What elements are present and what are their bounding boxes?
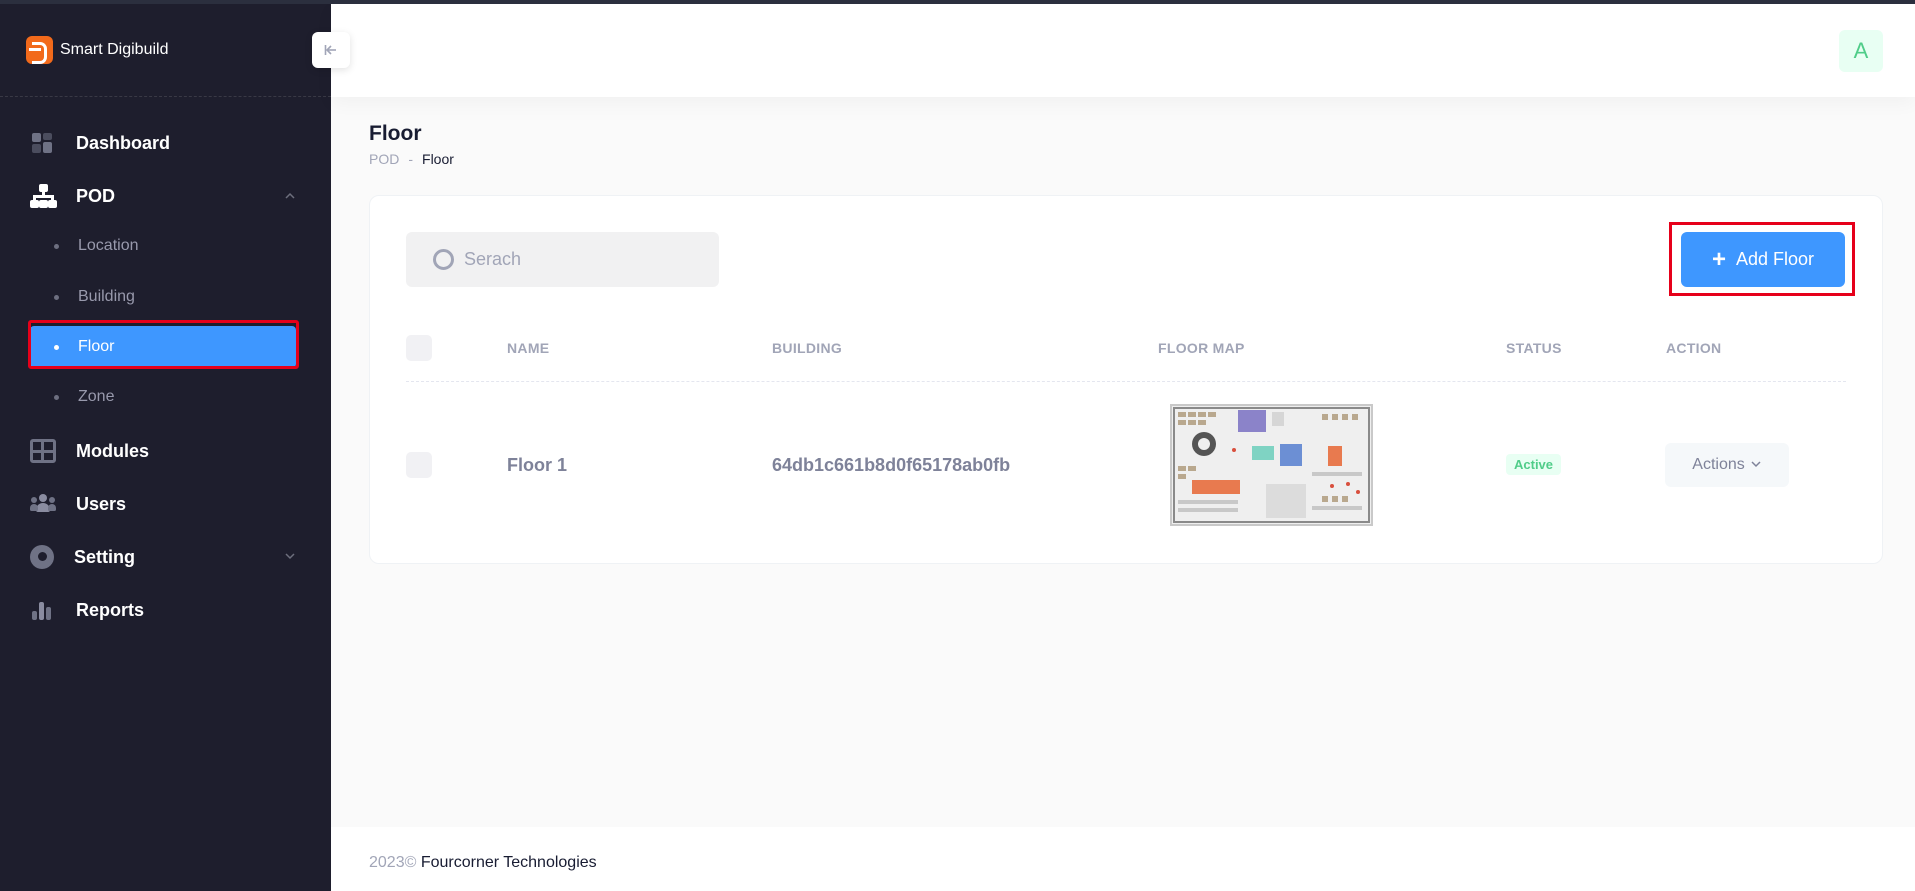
sidebar-toggle-button[interactable] xyxy=(312,32,350,68)
column-header-name[interactable]: NAME xyxy=(507,340,549,356)
sidebar-item-location[interactable]: Location xyxy=(30,225,296,267)
sidebar-item-label: Reports xyxy=(76,599,145,620)
sidebar-item-label: Zone xyxy=(78,388,115,405)
top-strip xyxy=(0,0,1915,4)
sidebar-item-reports[interactable]: Reports xyxy=(30,595,144,625)
highlight-box-add-floor xyxy=(1669,222,1855,296)
breadcrumb-separator: - xyxy=(408,151,414,167)
column-header-building[interactable]: BUILDING xyxy=(772,340,842,356)
page-title: Floor xyxy=(369,122,422,145)
gear-icon xyxy=(30,545,54,569)
avatar[interactable]: A xyxy=(1839,30,1883,72)
search-box[interactable] xyxy=(406,232,719,287)
grid-icon xyxy=(30,439,56,463)
search-input[interactable] xyxy=(464,232,704,287)
row-checkbox[interactable] xyxy=(406,452,432,478)
brand: Smart Digibuild xyxy=(0,0,331,97)
brand-name: Smart Digibuild xyxy=(60,41,169,58)
sidebar-item-building[interactable]: Building xyxy=(30,276,296,318)
sidebar-item-label: Building xyxy=(78,288,135,305)
dashboard-icon xyxy=(30,131,56,155)
footer-company[interactable]: Fourcorner Technologies xyxy=(421,854,597,871)
sidebar-item-label: Users xyxy=(76,493,127,514)
bullet-icon xyxy=(54,243,59,249)
logo-icon xyxy=(26,36,53,64)
floor-map-thumbnail[interactable] xyxy=(1170,404,1373,526)
select-all-checkbox[interactable] xyxy=(406,335,432,361)
status-badge: Active xyxy=(1506,454,1562,475)
sidebar-item-setting[interactable]: Setting xyxy=(30,542,135,572)
table-header-divider xyxy=(406,381,1846,382)
search-icon xyxy=(433,249,454,270)
column-header-action: ACTION xyxy=(1666,340,1722,356)
breadcrumb-item-floor: Floor xyxy=(422,151,454,167)
column-header-floor-map: FLOOR MAP xyxy=(1158,340,1245,356)
sidebar-item-users[interactable]: Users xyxy=(30,489,126,519)
chevron-down-icon[interactable] xyxy=(284,550,296,562)
footer-year: 2023© xyxy=(369,854,417,871)
sidebar-item-label: Location xyxy=(78,237,139,254)
breadcrumb-item-pod[interactable]: POD xyxy=(369,151,399,167)
header xyxy=(331,4,1915,97)
sidebar-item-label: Dashboard xyxy=(76,132,171,153)
sidebar-item-label: Modules xyxy=(76,440,150,461)
sitemap-icon xyxy=(30,184,57,208)
breadcrumb: POD - Floor xyxy=(369,151,454,167)
footer-text: 2023© Fourcorner Technologies xyxy=(369,854,597,872)
actions-dropdown-button[interactable]: Actions xyxy=(1665,443,1789,487)
bullet-icon xyxy=(54,394,59,400)
sidebar-item-dashboard[interactable]: Dashboard xyxy=(30,128,170,158)
actions-label: Actions xyxy=(1692,456,1745,473)
cell-building: 64db1c661b8d0f65178ab0fb xyxy=(772,455,1011,475)
sidebar-item-zone[interactable]: Zone xyxy=(30,376,296,418)
chevron-up-icon[interactable] xyxy=(284,190,296,202)
bullet-icon xyxy=(54,294,59,300)
chevron-down-icon xyxy=(1750,458,1762,473)
users-icon xyxy=(30,492,56,516)
sidebar-item-modules[interactable]: Modules xyxy=(30,436,149,466)
bar-chart-icon xyxy=(30,598,56,622)
sidebar: Smart Digibuild Dashboard POD Location B… xyxy=(0,0,331,891)
highlight-box-floor xyxy=(28,320,299,369)
column-header-status[interactable]: STATUS xyxy=(1506,340,1562,356)
sidebar-item-label: Setting xyxy=(74,546,135,567)
cell-name: Floor 1 xyxy=(507,455,568,475)
sidebar-item-label: POD xyxy=(76,185,116,206)
sidebar-item-pod[interactable]: POD xyxy=(30,181,115,211)
